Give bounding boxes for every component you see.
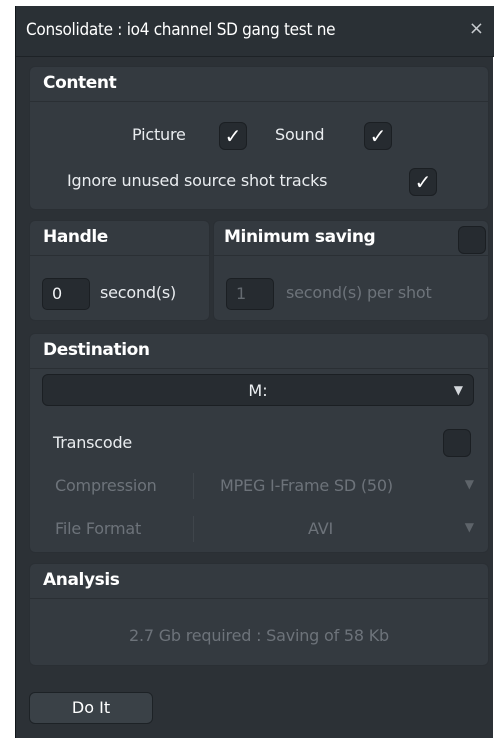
handle-panel: Handle 0 second(s)	[29, 220, 210, 321]
content-panel-header: Content	[30, 67, 488, 102]
minimum-saving-unit-label: second(s) per shot	[286, 283, 432, 302]
sound-label: Sound	[275, 125, 325, 144]
destination-panel: Destination M: ▼ Transcode Compression M…	[29, 333, 489, 553]
ignore-unused-check-icon: ✓	[414, 170, 432, 194]
consolidate-dialog: Consolidate : io4 channel SD gang test n…	[15, 6, 494, 738]
file-format-separator	[193, 516, 194, 542]
minimum-saving-panel: Minimum saving 1 second(s) per shot	[213, 220, 489, 321]
destination-panel-header: Destination	[30, 334, 488, 369]
handle-panel-header: Handle	[30, 221, 209, 256]
destination-drive-dropdown[interactable]: M: ▼	[42, 374, 474, 406]
compression-value: MPEG I-Frame SD (50)	[220, 476, 393, 495]
ignore-unused-tracks-checkbox[interactable]: ✓	[409, 168, 437, 196]
transcode-label: Transcode	[53, 433, 133, 452]
analysis-summary: 2.7 Gb required : Saving of 58 Kb	[128, 626, 390, 645]
destination-drive-value: M:	[248, 381, 268, 400]
analysis-panel: Analysis 2.7 Gb required : Saving of 58 …	[29, 563, 489, 666]
content-panel-title: Content	[43, 73, 117, 93]
picture-label: Picture	[132, 125, 186, 144]
file-format-label: File Format	[55, 519, 142, 538]
title-bar[interactable]: Consolidate : io4 channel SD gang test n…	[16, 6, 494, 57]
picture-checkbox[interactable]: ✓	[219, 122, 247, 150]
ignore-unused-tracks-label: Ignore unused source shot tracks	[67, 171, 328, 190]
destination-panel-title: Destination	[43, 340, 150, 360]
handle-seconds-input[interactable]: 0	[42, 278, 90, 310]
minimum-saving-panel-title: Minimum saving	[224, 227, 376, 247]
file-format-dropdown[interactable]: AVI ▼	[200, 511, 474, 545]
minimum-saving-checkbox[interactable]	[458, 226, 486, 254]
transcode-checkbox[interactable]	[443, 429, 471, 457]
minimum-saving-panel-header: Minimum saving	[214, 221, 488, 256]
file-format-chevron-down-icon: ▼	[464, 520, 474, 534]
sound-checkbox[interactable]: ✓	[364, 122, 392, 150]
chevron-down-icon: ▼	[453, 383, 463, 397]
compression-dropdown[interactable]: MPEG I-Frame SD (50) ▼	[200, 468, 474, 502]
compression-chevron-down-icon: ▼	[464, 477, 474, 491]
compression-separator	[193, 473, 194, 499]
handle-unit-label: second(s)	[100, 283, 177, 302]
do-it-button[interactable]: Do It	[29, 692, 153, 724]
analysis-panel-header: Analysis	[30, 564, 488, 599]
handle-panel-title: Handle	[43, 227, 108, 247]
sound-check-icon: ✓	[369, 124, 387, 148]
compression-label: Compression	[55, 476, 157, 495]
dialog-title: Consolidate : io4 channel SD gang test n…	[26, 20, 336, 40]
analysis-panel-title: Analysis	[43, 570, 120, 590]
minimum-saving-seconds-input[interactable]: 1	[226, 278, 274, 310]
file-format-value: AVI	[308, 519, 333, 538]
picture-check-icon: ✓	[224, 124, 242, 148]
close-icon[interactable]: ×	[469, 18, 484, 39]
content-panel: Content Picture ✓ Sound ✓ Ignore unused …	[29, 66, 489, 210]
